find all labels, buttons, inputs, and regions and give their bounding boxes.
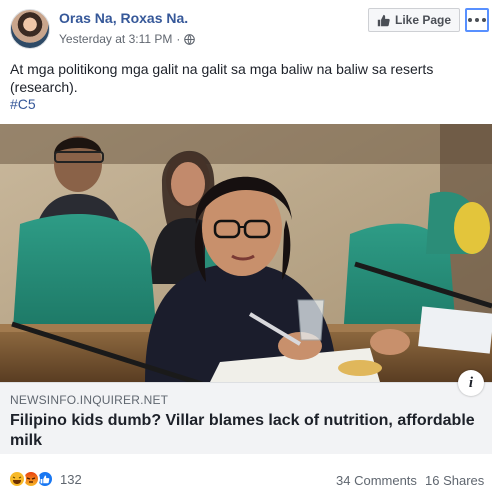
meta-separator: · <box>176 32 181 46</box>
reactions-summary[interactable]: 132 <box>8 470 82 488</box>
senate-hearing-photo <box>0 124 492 382</box>
link-domain: NEWSINFO.INQUIRER.NET <box>10 393 169 407</box>
link-preview-caption[interactable]: NEWSINFO.INQUIRER.NET Filipino kids dumb… <box>0 382 492 454</box>
shares-count-link[interactable]: 16 Shares <box>425 473 484 488</box>
info-icon[interactable]: i <box>458 370 484 396</box>
post-meta: Yesterday at 3:11 PM · <box>59 32 196 46</box>
page-avatar[interactable] <box>10 9 50 49</box>
post-header: Oras Na, Roxas Na. Yesterday at 3:11 PM … <box>0 0 492 58</box>
globe-icon[interactable] <box>184 33 196 45</box>
thumbs-up-icon <box>377 14 390 26</box>
like-page-label: Like Page <box>394 13 452 27</box>
post-timestamp[interactable]: Yesterday at 3:11 PM <box>59 32 172 46</box>
post-stats-bar: 132 34 Comments 16 Shares <box>0 464 492 490</box>
link-headline[interactable]: Filipino kids dumb? Villar blames lack o… <box>10 411 480 451</box>
post-text: At mga politikong mga galit na galit sa … <box>10 61 434 95</box>
link-preview-image[interactable] <box>0 124 492 382</box>
haha-reaction-icon <box>8 470 26 488</box>
comments-count-link[interactable]: 34 Comments <box>336 473 417 488</box>
reaction-count: 132 <box>60 471 82 487</box>
page-name-link[interactable]: Oras Na, Roxas Na. <box>59 10 188 26</box>
like-page-button[interactable]: Like Page <box>368 8 460 32</box>
more-options-button[interactable] <box>465 8 489 32</box>
ellipsis-icon <box>468 18 486 22</box>
hashtag-link[interactable]: #C5 <box>10 96 36 112</box>
